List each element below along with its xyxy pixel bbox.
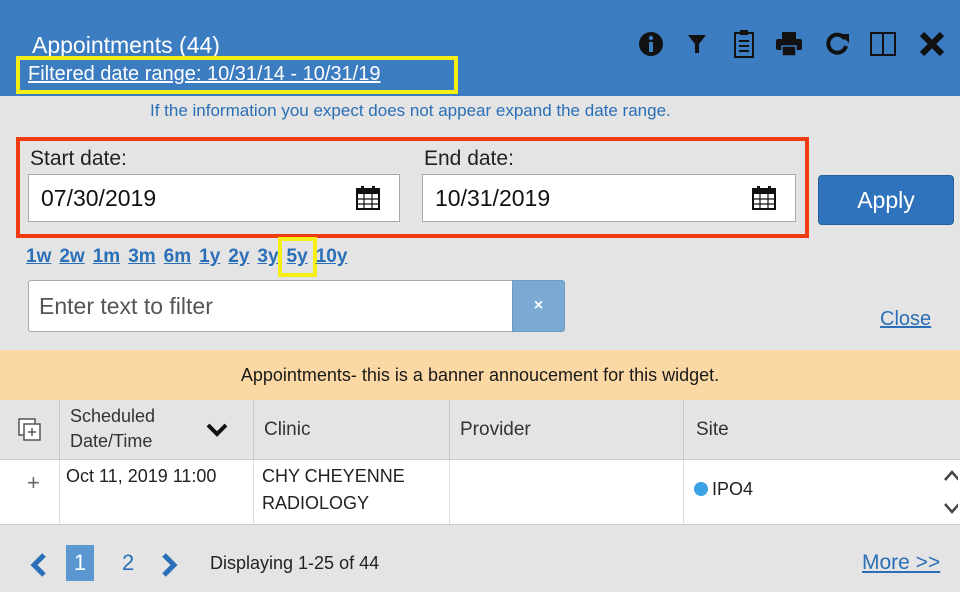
column-clinic-label: Clinic <box>264 419 311 440</box>
close-filter-link[interactable]: Close <box>880 308 931 331</box>
column-site-label: Site <box>696 419 729 440</box>
range-link-1m[interactable]: 1m <box>93 246 120 268</box>
pagination-bar: 1 2 Displaying 1-25 of 44 More >> <box>0 524 960 592</box>
text-filter-input[interactable]: Enter text to filter <box>28 280 512 332</box>
next-page-icon[interactable] <box>160 553 178 577</box>
scroll-arrows-icon[interactable] <box>942 466 958 518</box>
range-link-2y[interactable]: 2y <box>228 246 249 268</box>
row-expand-icon[interactable]: + <box>27 470 40 496</box>
table-row[interactable]: + Oct 11, 2019 11:00 CHY CHEYENNE RADIOL… <box>0 460 960 524</box>
column-scheduled-datetime[interactable]: Scheduled Date/Time <box>60 400 254 460</box>
row-clinic-line1: CHY CHEYENNE <box>262 466 405 486</box>
row-expand-cell: + <box>0 460 60 524</box>
column-clinic[interactable]: Clinic <box>254 400 450 460</box>
end-date-input[interactable]: 10/31/2019 <box>422 174 796 222</box>
range-link-1y[interactable]: 1y <box>199 246 220 268</box>
refresh-icon[interactable] <box>822 26 852 62</box>
widget-title: Appointments (44) <box>32 32 220 58</box>
row-site-value: IPO4 <box>712 479 754 499</box>
range-link-1w[interactable]: 1w <box>26 246 51 268</box>
date-range-hint: If the information you expect does not a… <box>150 101 671 120</box>
row-clinic-cell: CHY CHEYENNE RADIOLOGY <box>254 460 450 524</box>
expand-all-header[interactable] <box>0 400 60 460</box>
end-date-label: End date: <box>424 147 514 170</box>
info-row: If the information you expect does not a… <box>0 96 960 128</box>
column-scheduled-label-line1: Scheduled <box>70 406 156 426</box>
site-status-dot-icon <box>694 482 708 496</box>
table-header: Scheduled Date/Time Clinic Provider Site <box>0 400 960 460</box>
table-scrollbar[interactable] <box>940 460 960 524</box>
row-provider-cell <box>450 460 684 524</box>
apply-button[interactable]: Apply <box>818 175 954 225</box>
column-provider[interactable]: Provider <box>450 400 684 460</box>
calendar-icon[interactable] <box>355 185 381 211</box>
column-site[interactable]: Site <box>684 400 960 460</box>
sort-descending-icon[interactable] <box>206 422 228 438</box>
clipboard-icon[interactable] <box>732 26 756 62</box>
filter-icon[interactable] <box>684 26 710 62</box>
row-date-cell: Oct 11, 2019 11:00 <box>60 460 254 524</box>
date-filter-panel: Start date: 07/30/2019 End date: 10/31/2… <box>0 128 960 350</box>
print-icon[interactable] <box>774 26 804 62</box>
row-date-value: Oct 11, 2019 11:00 <box>66 466 217 486</box>
start-date-value: 07/30/2019 <box>41 185 157 211</box>
more-link[interactable]: More >> <box>862 551 940 575</box>
row-site-cell: IPO4 <box>684 460 940 524</box>
maximize-icon[interactable] <box>868 26 898 62</box>
previous-page-icon[interactable] <box>30 553 48 577</box>
calendar-icon[interactable] <box>751 185 777 211</box>
appointments-widget: Appointments (44) Filtered date range: 1… <box>0 0 960 592</box>
start-date-label: Start date: <box>30 147 127 170</box>
start-date-input[interactable]: 07/30/2019 <box>28 174 400 222</box>
range-link-5y[interactable]: 5y <box>277 237 317 277</box>
column-provider-label: Provider <box>460 419 531 440</box>
page-2-button[interactable]: 2 <box>122 545 134 581</box>
column-scheduled-label-line2: Date/Time <box>70 431 153 451</box>
expand-all-icon[interactable] <box>18 418 42 442</box>
range-link-6m[interactable]: 6m <box>164 246 191 268</box>
info-icon[interactable] <box>636 26 666 62</box>
pagination-status: Displaying 1-25 of 44 <box>210 553 380 573</box>
quick-range-links: 1w 2w 1m 3m 6m 1y 2y 3y 5y 10y <box>26 237 348 277</box>
range-link-3y[interactable]: 3y <box>257 246 278 268</box>
page-1-button[interactable]: 1 <box>66 545 94 581</box>
range-link-2w[interactable]: 2w <box>59 246 84 268</box>
close-icon[interactable] <box>916 26 948 62</box>
range-link-3m[interactable]: 3m <box>128 246 155 268</box>
announcement-banner: Appointments- this is a banner annouceme… <box>0 350 960 400</box>
filtered-date-range-link[interactable]: Filtered date range: 10/31/14 - 10/31/19 <box>16 56 458 94</box>
widget-header: Appointments (44) Filtered date range: 1… <box>0 0 960 96</box>
row-clinic-line2: RADIOLOGY <box>262 493 370 513</box>
end-date-value: 10/31/2019 <box>435 185 551 211</box>
range-link-10y[interactable]: 10y <box>316 246 348 268</box>
clear-filter-button[interactable]: × <box>512 280 565 332</box>
